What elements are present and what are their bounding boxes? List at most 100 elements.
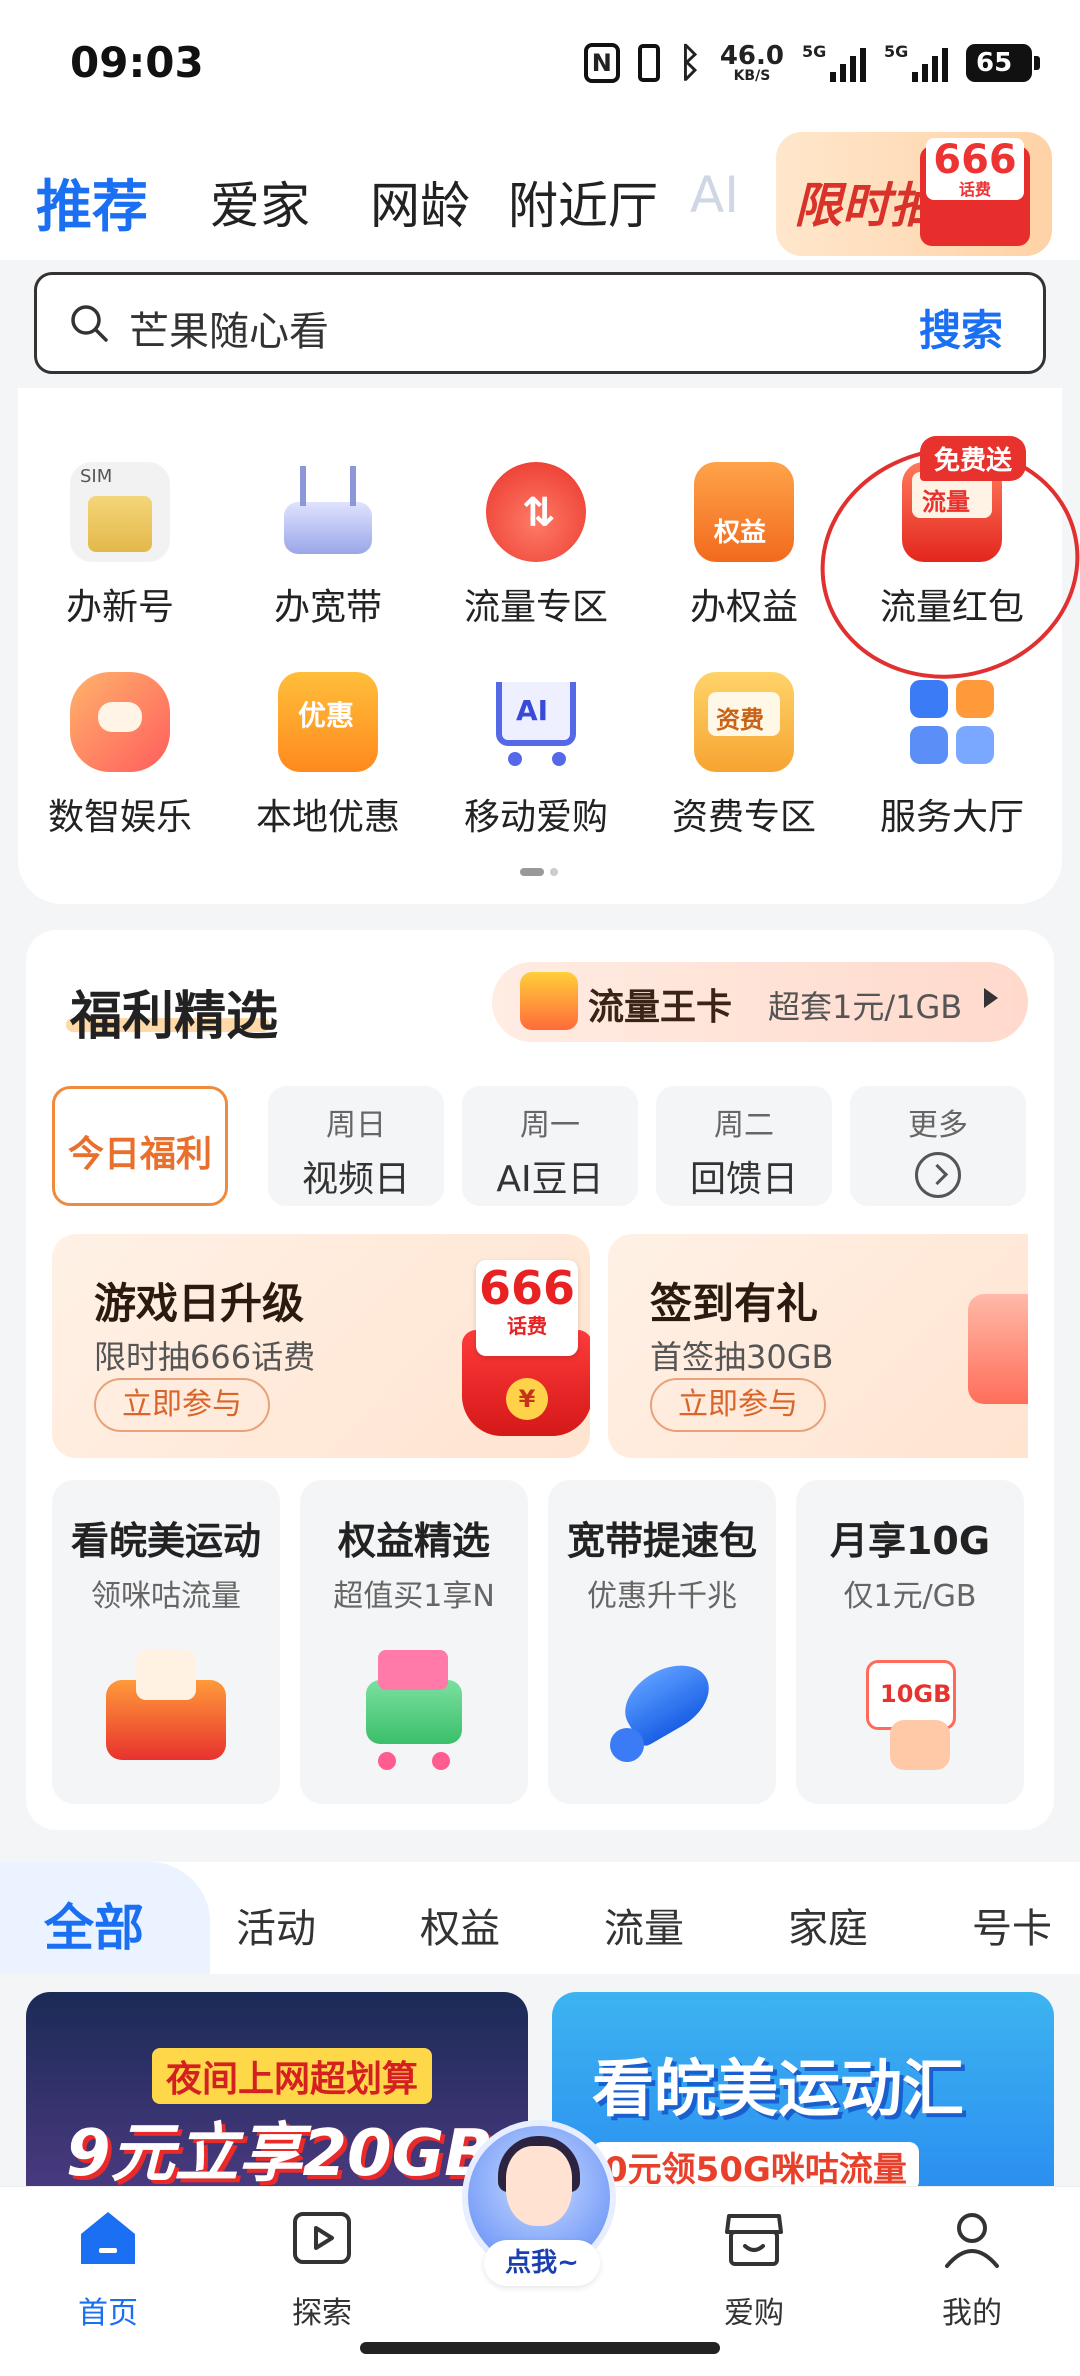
king-card-banner[interactable]: 流量王卡 超套1元/1GB <box>492 962 1028 1042</box>
rocket-icon <box>592 1640 732 1780</box>
service-icon-text: 优惠 <box>298 699 355 732</box>
service-icon-text: 权益 <box>714 518 767 548</box>
crown-gift-icon <box>520 972 578 1030</box>
promo-card-sign-in[interactable]: 签到有礼 首签抽30GB 立即参与 <box>608 1234 1028 1458</box>
data-card-text: 10GB <box>880 1680 952 1708</box>
store-icon <box>725 2214 783 2266</box>
day-tab-weekday: 更多 <box>908 1108 968 1143</box>
network-type-label: 5G <box>802 42 827 61</box>
nav-profile[interactable]: 我的 <box>912 2206 1032 2332</box>
nav-home[interactable]: 首页 <box>48 2206 168 2332</box>
gamepad-icon <box>70 672 170 772</box>
category-tab-data[interactable]: 流量 <box>604 1896 684 1954</box>
battery-icon: 65 <box>966 44 1040 82</box>
router-icon <box>278 462 378 562</box>
chevron-right-icon <box>915 1152 961 1198</box>
grid-icon <box>902 672 1002 772</box>
day-tab-today[interactable]: 今日福利 <box>52 1086 228 1206</box>
gift-icon <box>968 1294 1028 1404</box>
banner-offer: 0元领50G咪咕流量 <box>592 2142 919 2191</box>
service-label: 数智娱乐 <box>47 797 192 838</box>
service-benefits[interactable]: 权益 办权益 <box>644 462 844 630</box>
mini-card-subtitle: 超值买1享N <box>333 1579 495 1614</box>
service-label: 办权益 <box>689 587 798 628</box>
nav-explore[interactable]: 探索 <box>262 2206 382 2332</box>
category-tab-all[interactable]: 全部 <box>44 1888 144 1960</box>
top-lottery-banner[interactable]: 限时抽 666 话费 <box>776 132 1052 256</box>
banner-headline: 夜间上网超划算 <box>152 2048 433 2104</box>
search-icon <box>71 305 108 342</box>
top-lottery-unit: 话费 <box>958 180 991 199</box>
home-indicator[interactable] <box>360 2342 720 2354</box>
nav-shop[interactable]: 爱购 <box>694 2206 814 2332</box>
promo-card-game-day[interactable]: 游戏日升级 限时抽666话费 立即参与 666 话费 ¥ <box>52 1234 590 1458</box>
banner-headline: 看皖美运动汇 <box>592 2052 965 2125</box>
day-tab-label: 视频日 <box>301 1159 410 1200</box>
service-mobile-shopping[interactable]: AI 移动爱购 <box>436 672 636 840</box>
king-card-name: 流量王卡 <box>588 987 733 1028</box>
red-envelope-icon: 666 话费 ¥ <box>462 1260 590 1436</box>
network-speed: 46.0 KB/S <box>720 43 784 83</box>
day-tab-tuesday[interactable]: 周二 回馈日 <box>656 1086 832 1206</box>
bluetooth-icon: ᛒ <box>677 40 702 86</box>
cart-icon: AI <box>486 672 586 772</box>
category-tab-sim-card[interactable]: 号卡 <box>972 1896 1052 1954</box>
mini-card-sports[interactable]: 看皖美运动 领咪咕流量 <box>52 1480 280 1804</box>
day-tab-sunday[interactable]: 周日 视频日 <box>268 1086 444 1206</box>
day-tab-label: AI豆日 <box>496 1159 604 1200</box>
service-label: 服务大厅 <box>879 797 1024 838</box>
day-tab-weekday: 周日 <box>326 1108 386 1143</box>
join-button[interactable]: 立即参与 <box>650 1378 826 1432</box>
tab-nearby-hall[interactable]: 附近厅 <box>508 166 658 238</box>
king-card-desc: 超套1元/1GB <box>768 988 963 1026</box>
tab-network-age[interactable]: 网龄 <box>370 166 470 238</box>
free-badge: 免费送 <box>920 436 1027 481</box>
banner-night-data[interactable]: 夜间上网超划算 9元立享20GB <box>26 1992 528 2192</box>
category-tab-family[interactable]: 家庭 <box>788 1896 868 1954</box>
join-button[interactable]: 立即参与 <box>94 1378 270 1432</box>
day-tab-monday[interactable]: 周一 AI豆日 <box>462 1086 638 1206</box>
service-new-number[interactable]: SIM 办新号 <box>20 462 220 630</box>
promo-title: 签到有礼 <box>650 1279 819 1328</box>
category-tab-benefits[interactable]: 权益 <box>420 1896 500 1954</box>
ai-assistant-label[interactable]: 点我~ <box>484 2240 600 2286</box>
day-tab-more[interactable]: 更多 <box>850 1086 1026 1206</box>
tab-home-family[interactable]: 爱家 <box>210 166 310 238</box>
service-data-zone[interactable]: ⇅ 流量专区 <box>436 462 636 630</box>
network-speed-unit: KB/S <box>733 68 771 84</box>
mini-card-title: 看皖美运动 <box>70 1519 261 1563</box>
nav-label: 爱购 <box>724 2296 784 2331</box>
mini-card-benefits[interactable]: 权益精选 超值买1享N <box>300 1480 528 1804</box>
mini-card-title: 权益精选 <box>337 1519 490 1563</box>
banner-sports-event[interactable]: 看皖美运动汇 0元领50G咪咕流量 <box>552 1992 1054 2192</box>
top-lottery-amount-value: 666 <box>933 137 1017 183</box>
service-fee-zone[interactable]: 资费 资费专区 <box>644 672 844 840</box>
shop-icon: 权益 <box>694 462 794 562</box>
service-local-deals[interactable]: 优惠 本地优惠 <box>228 672 428 840</box>
service-service-hall[interactable]: 服务大厅 <box>852 672 1052 840</box>
service-broadband[interactable]: 办宽带 <box>228 462 428 630</box>
search-bar[interactable]: 芒果随心看 搜索 <box>34 272 1046 374</box>
network-type-label: 5G <box>884 42 909 61</box>
vibrate-icon <box>637 44 660 82</box>
signal-icon-1: 5G <box>802 42 866 82</box>
service-entertainment[interactable]: 数智娱乐 <box>20 672 220 840</box>
shopping-cart-icon <box>344 1640 484 1780</box>
search-input[interactable]: 芒果随心看 <box>129 299 329 357</box>
mini-card-monthly-10g[interactable]: 月享10G 仅1元/GB 10GB <box>796 1480 1024 1804</box>
service-label: 资费专区 <box>671 797 816 838</box>
user-icon <box>945 2213 999 2268</box>
gift-box-icon <box>96 1640 236 1780</box>
category-tab-activity[interactable]: 活动 <box>236 1896 316 1954</box>
service-label: 办宽带 <box>273 587 382 628</box>
search-button[interactable]: 搜索 <box>919 297 1003 358</box>
mini-card-broadband-boost[interactable]: 宽带提速包 优惠升千兆 <box>548 1480 776 1804</box>
nfc-icon: N <box>583 43 620 83</box>
promo-subtitle: 限时抽666话费 <box>94 1338 316 1376</box>
fee-icon: 资费 <box>694 672 794 772</box>
tab-recommend[interactable]: 推荐 <box>36 162 148 243</box>
service-label: 移动爱购 <box>463 797 608 838</box>
signal-icon-2: 5G <box>884 42 948 82</box>
tab-ai[interactable]: AI <box>690 166 739 224</box>
mini-card-title: 月享10G <box>829 1519 991 1563</box>
